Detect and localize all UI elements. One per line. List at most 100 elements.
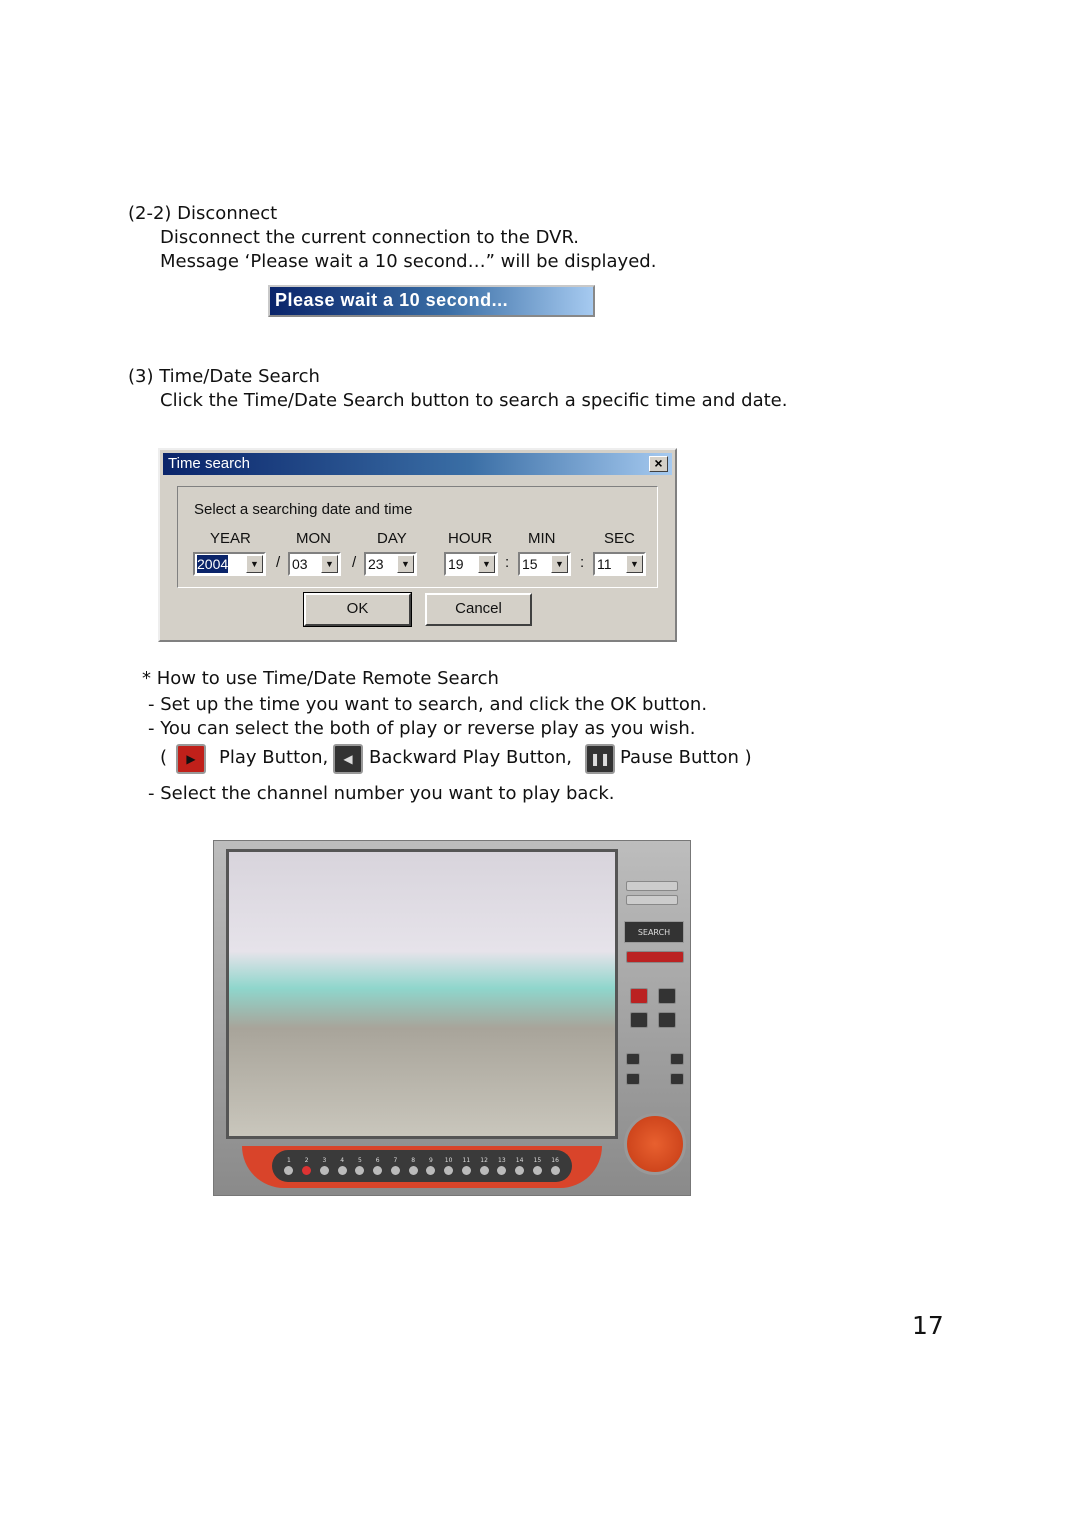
channel-button: 14 bbox=[515, 1157, 525, 1175]
channel-number: 4 bbox=[340, 1157, 345, 1164]
channel-bar: 1 2 3 4 5 6 7 8 9 10 11 12 13 14 15 16 bbox=[242, 1146, 602, 1188]
min-label: MIN bbox=[528, 530, 556, 547]
focus-plus-icon bbox=[670, 1073, 684, 1085]
howto-heading: * How to use Time/Date Remote Search bbox=[142, 668, 499, 689]
channel-button: 8 bbox=[408, 1157, 418, 1175]
year-label: YEAR bbox=[210, 530, 251, 547]
channel-dot bbox=[550, 1166, 560, 1175]
dialog-title: Time search bbox=[168, 455, 250, 472]
channel-dot bbox=[284, 1166, 294, 1175]
zoom-minus-icon bbox=[626, 1053, 640, 1065]
sec-label: SEC bbox=[604, 530, 635, 547]
channel-number: 7 bbox=[393, 1157, 398, 1164]
mon-select[interactable]: 03 ▼ bbox=[288, 552, 341, 576]
ok-button[interactable]: OK bbox=[303, 592, 412, 627]
cancel-button[interactable]: Cancel bbox=[425, 593, 532, 626]
play-icon: ▶ bbox=[176, 744, 206, 774]
channel-number: 16 bbox=[551, 1157, 559, 1164]
day-select[interactable]: 23 ▼ bbox=[364, 552, 417, 576]
zoom-plus-icon bbox=[670, 1053, 684, 1065]
channel-number: 6 bbox=[375, 1157, 380, 1164]
hour-label: HOUR bbox=[448, 530, 493, 547]
channel-dot bbox=[355, 1166, 365, 1175]
panel-button bbox=[626, 881, 678, 891]
channel-number: 5 bbox=[357, 1157, 362, 1164]
channel-button: 4 bbox=[337, 1157, 347, 1175]
chevron-down-icon[interactable]: ▼ bbox=[246, 555, 263, 573]
channel-dot bbox=[497, 1166, 507, 1175]
dialog-title-bar: Time search × bbox=[163, 453, 672, 475]
channel-number: 11 bbox=[462, 1157, 471, 1164]
text-line: Click the Time/Date Search button to sea… bbox=[160, 390, 788, 411]
backward-label: Backward Play Button, bbox=[369, 747, 572, 768]
day-label: DAY bbox=[377, 530, 407, 547]
chevron-down-icon[interactable]: ▼ bbox=[321, 555, 338, 573]
separator: / bbox=[276, 554, 281, 571]
separator: / bbox=[352, 554, 357, 571]
text-line: - Set up the time you want to search, an… bbox=[148, 694, 708, 715]
channel-button: 10 bbox=[444, 1157, 454, 1175]
channel-button: 15 bbox=[532, 1157, 542, 1175]
channel-button: 6 bbox=[373, 1157, 383, 1175]
channel-button: 13 bbox=[497, 1157, 507, 1175]
panel-display bbox=[626, 951, 684, 963]
channel-number: 10 bbox=[444, 1157, 453, 1164]
channel-button: 12 bbox=[479, 1157, 489, 1175]
min-select[interactable]: 15 ▼ bbox=[518, 552, 571, 576]
channel-dot bbox=[461, 1166, 471, 1175]
channel-button: 16 bbox=[550, 1157, 560, 1175]
chevron-down-icon[interactable]: ▼ bbox=[626, 555, 643, 573]
focus-minus-icon bbox=[626, 1073, 640, 1085]
section-heading: (3) Time/Date Search bbox=[128, 366, 320, 387]
pause-icon: ❚❚ bbox=[585, 744, 615, 774]
channel-button: 3 bbox=[319, 1157, 329, 1175]
channel-dot bbox=[390, 1166, 400, 1175]
channel-button: 1 bbox=[284, 1157, 294, 1175]
panel-button bbox=[626, 895, 678, 905]
channel-dot bbox=[444, 1166, 454, 1175]
channel-dot bbox=[337, 1166, 347, 1175]
separator: : bbox=[505, 554, 510, 571]
channel-button: 5 bbox=[355, 1157, 365, 1175]
group-label: Select a searching date and time bbox=[194, 501, 413, 518]
channel-number: 9 bbox=[428, 1157, 433, 1164]
channel-dot bbox=[302, 1166, 312, 1175]
channel-number: 13 bbox=[498, 1157, 506, 1164]
channel-number: 1 bbox=[286, 1157, 291, 1164]
time-search-dialog: Time search × Select a searching date an… bbox=[158, 448, 677, 642]
view-9-icon bbox=[630, 1012, 648, 1028]
text-line: Message ‘Please wait a 10 second…” will … bbox=[160, 251, 657, 272]
section-heading: (2-2) Disconnect bbox=[128, 203, 278, 224]
channel-dot bbox=[373, 1166, 383, 1175]
channel-button: 2 bbox=[302, 1157, 312, 1175]
paren: ( bbox=[160, 747, 168, 768]
chevron-down-icon[interactable]: ▼ bbox=[478, 555, 495, 573]
search-button: SEARCH bbox=[624, 921, 684, 943]
dvr-viewer-screenshot: 1 2 3 4 5 6 7 8 9 10 11 12 13 14 15 16 SEARCH bbox=[213, 840, 691, 1196]
channel-button: 7 bbox=[390, 1157, 400, 1175]
channel-number: 15 bbox=[533, 1157, 542, 1164]
please-wait-message: Please wait a 10 second... bbox=[268, 285, 595, 317]
hour-select[interactable]: 19 ▼ bbox=[444, 552, 498, 576]
channel-dot bbox=[319, 1166, 329, 1175]
sec-select[interactable]: 11 ▼ bbox=[593, 552, 646, 576]
channel-button: 11 bbox=[461, 1157, 471, 1175]
view-4-icon bbox=[658, 988, 676, 1004]
text-line: - Select the channel number you want to … bbox=[148, 783, 615, 804]
chevron-down-icon[interactable]: ▼ bbox=[551, 555, 568, 573]
chevron-down-icon[interactable]: ▼ bbox=[397, 555, 414, 573]
mon-label: MON bbox=[296, 530, 331, 547]
pause-label: Pause Button ) bbox=[620, 747, 752, 768]
year-select[interactable]: 2004 ▼ bbox=[193, 552, 266, 576]
play-label: Play Button, bbox=[219, 747, 329, 768]
channel-button: 9 bbox=[426, 1157, 436, 1175]
channel-dot bbox=[426, 1166, 436, 1175]
text-line: - You can select the both of play or rev… bbox=[148, 718, 696, 739]
channel-number: 3 bbox=[322, 1157, 327, 1164]
close-button[interactable]: × bbox=[649, 456, 668, 472]
view-16-icon bbox=[658, 1012, 676, 1028]
view-1-icon bbox=[630, 988, 648, 1004]
channel-number: 14 bbox=[515, 1157, 524, 1164]
channel-dot bbox=[515, 1166, 525, 1175]
backward-play-icon: ◀ bbox=[333, 744, 363, 774]
